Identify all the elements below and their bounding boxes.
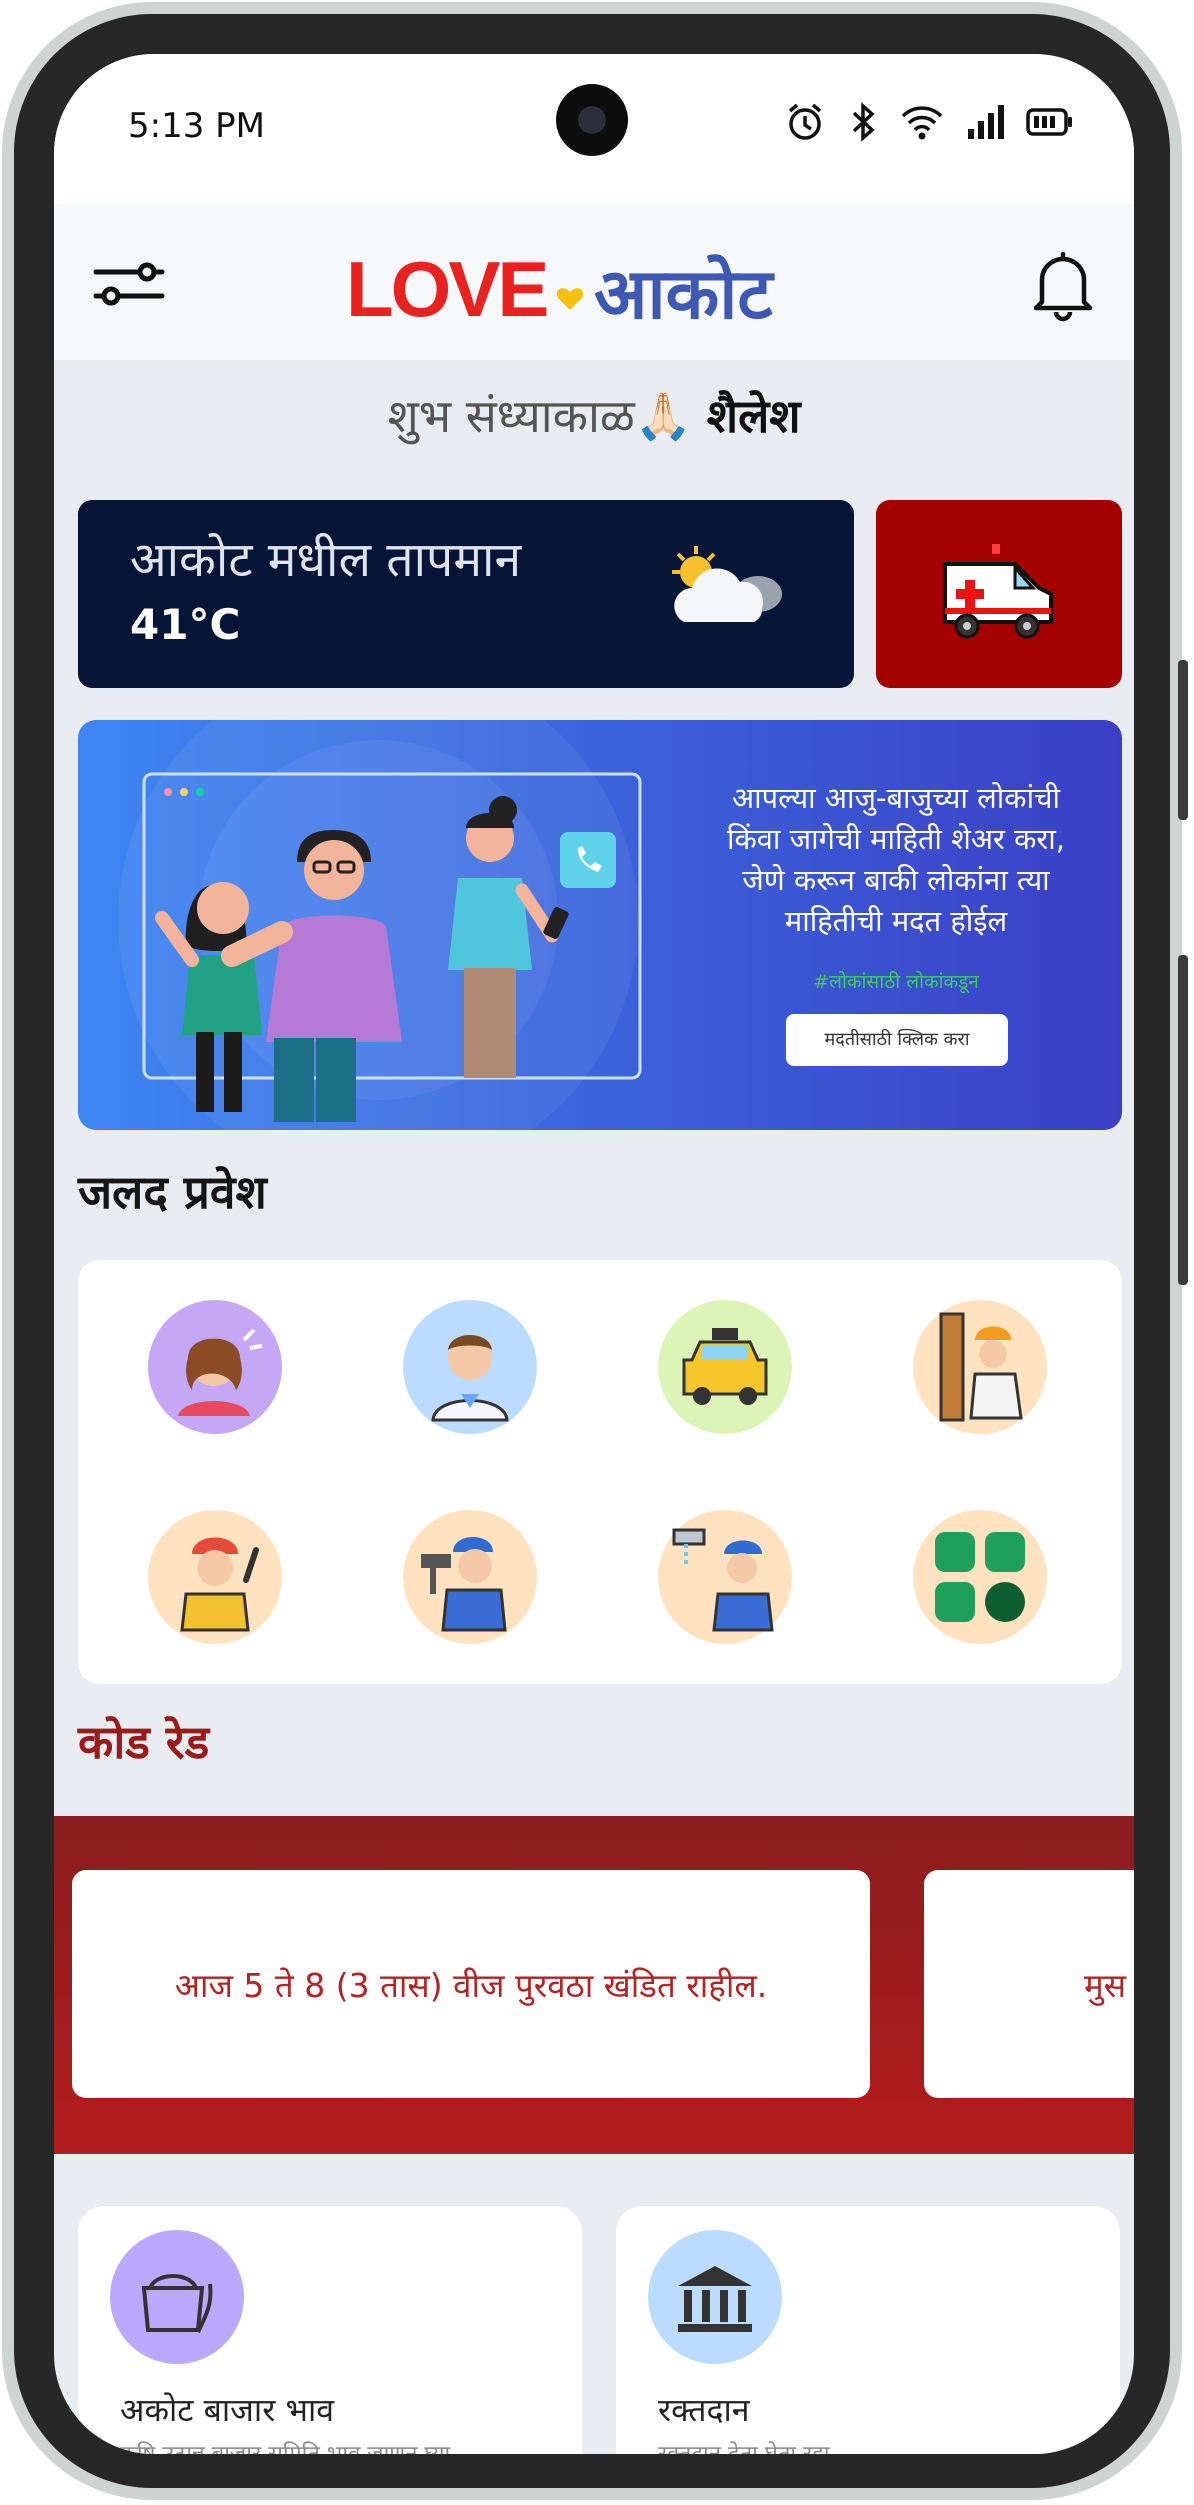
bell-icon	[1033, 251, 1093, 322]
sliders-icon	[93, 262, 165, 306]
blood-donation-tile[interactable]: रक्तदान रक्तदान देता घेता रहा	[616, 2206, 1120, 2454]
banner-message: आपल्या आजु-बाजुच्या लोकांची किंवा जागेची…	[706, 778, 1086, 942]
user-name: शैलेश	[706, 389, 801, 443]
community-banner[interactable]: आपल्या आजु-बाजुच्या लोकांची किंवा जागेची…	[78, 720, 1122, 1130]
app-logo: LOVE आकोट	[346, 245, 775, 335]
notifications-button[interactable]	[1022, 242, 1104, 324]
ambulance-icon	[943, 544, 1053, 639]
doctor-button[interactable]	[403, 1300, 537, 1434]
painter-button[interactable]	[403, 1510, 537, 1644]
plumber-button[interactable]	[658, 1510, 792, 1644]
partly-cloudy-icon	[672, 546, 782, 622]
tile-icon-circle	[110, 2230, 244, 2364]
tile-icon-circle	[648, 2230, 782, 2364]
greeting-text: शुभ संध्याकाळ	[387, 389, 635, 443]
logo-place-text: आकोट	[594, 253, 775, 335]
wifi-icon	[901, 106, 943, 140]
signal-icon	[968, 105, 1004, 139]
battery-icon	[1026, 108, 1072, 136]
status-bar: 5:13 PM	[54, 54, 1134, 204]
banner-line: आपल्या आजु-बाजुच्या लोकांची	[731, 781, 1061, 815]
banner-line: जेणे करून बाकी लोकांना त्या	[742, 863, 1050, 897]
power-button	[1178, 955, 1188, 1285]
alert-card[interactable]: मुस	[924, 1870, 1134, 2098]
volume-button	[1178, 660, 1188, 820]
front-camera	[556, 84, 628, 156]
plumber-icon	[672, 1528, 774, 1632]
alarm-icon	[788, 103, 822, 140]
temperature-value: 41°C	[130, 600, 241, 649]
bank-building-icon	[678, 2266, 752, 2332]
tile-title: अकोट बाजार भाव	[120, 2391, 335, 2429]
electrician-icon	[180, 1537, 259, 1632]
alert-text: मुस	[1084, 1965, 1127, 2005]
market-icon	[141, 2274, 213, 2333]
weather-card[interactable]: आकोट मधील तापमान 41°C	[78, 500, 854, 688]
status-icons	[784, 100, 1074, 144]
alert-text: आज 5 ते 8 (3 तास) वीज पुरवठा खंडित राहील…	[174, 1965, 768, 2005]
tile-subtitle: रक्तदान देता घेता रहा	[658, 2438, 829, 2454]
filter-button[interactable]	[88, 242, 170, 324]
more-services-button[interactable]	[913, 1510, 1047, 1644]
alert-card[interactable]: आज 5 ते 8 (3 तास) वीज पुरवठा खंडित राहील…	[72, 1870, 870, 2098]
banner-line: किंवा जागेची माहिती शेअर करा,	[727, 822, 1065, 856]
beautician-button[interactable]	[148, 1300, 282, 1434]
more-apps-icon	[935, 1532, 1025, 1622]
greeting: शुभ संध्याकाळ🙏🏻 शैलेश	[54, 384, 1134, 446]
quick-access-card	[78, 1260, 1122, 1684]
taxi-button[interactable]	[658, 1300, 792, 1434]
help-click-button[interactable]: मदतीसाठी क्लिक करा	[786, 1014, 1008, 1066]
electrician-button[interactable]	[148, 1510, 282, 1644]
app-header: LOVE आकोट	[54, 204, 1134, 360]
heart-icon	[556, 288, 584, 310]
tile-subtitle: कृषि उत्पन्न बाजार समिति भाव जाणून घ्या	[120, 2438, 450, 2454]
carpenter-icon	[939, 1312, 1023, 1422]
code-red-title: कोड रेड	[78, 1715, 210, 1769]
app-screen: 5:13 PM LOVE आकोट शुभ संध्याकाळ🙏🏻 शैलेश …	[54, 54, 1134, 2454]
tile-title: रक्तदान	[658, 2391, 750, 2429]
painter-icon	[421, 1537, 507, 1632]
banner-hashtag: #लोकांसाठी लोकांकडून	[813, 971, 979, 993]
weather-label: आकोट मधील तापमान	[130, 532, 522, 588]
doctor-icon	[431, 1335, 509, 1422]
bluetooth-icon	[852, 102, 875, 142]
carpenter-button[interactable]	[913, 1300, 1047, 1434]
taxi-icon	[682, 1328, 768, 1405]
praying-hands-emoji: 🙏🏻	[634, 389, 693, 443]
market-rates-tile[interactable]: अकोट बाजार भाव कृषि उत्पन्न बाजार समिति …	[78, 2206, 582, 2454]
banner-line: माहितीची मदत होईल	[784, 904, 1008, 938]
code-red-carousel: आज 5 ते 8 (3 तास) वीज पुरवठा खंडित राहील…	[54, 1816, 1134, 2154]
people-illustration	[118, 720, 642, 1130]
beautician-icon	[178, 1328, 263, 1416]
quick-access-title: जलद प्रवेश	[78, 1165, 267, 1219]
logo-love-text: LOVE	[346, 245, 546, 333]
ambulance-button[interactable]	[876, 500, 1122, 688]
status-time: 5:13 PM	[128, 106, 265, 146]
